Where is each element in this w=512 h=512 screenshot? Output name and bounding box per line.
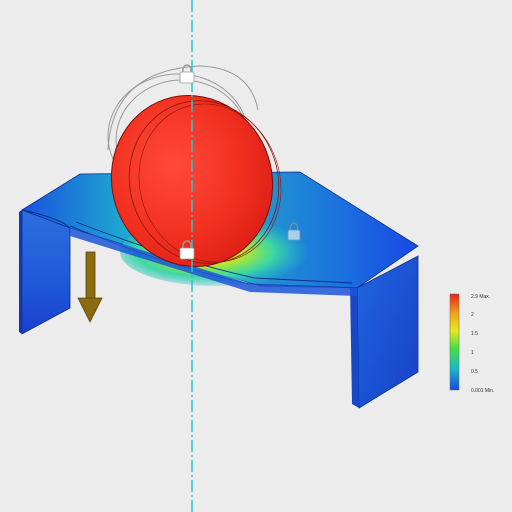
stress-legend[interactable]: 2.9 Max. 2 1.5 1 0.5 0.001 Min. <box>449 293 494 394</box>
legend-max-label: 2.9 Max. <box>471 294 490 300</box>
legend-color-bar <box>449 293 460 391</box>
legend-tick-2: 2 <box>471 312 474 318</box>
legend-tick-1: 1 <box>471 350 474 356</box>
bracket-left-wall-edge <box>19 210 22 334</box>
down-arrow-icon[interactable] <box>77 251 103 323</box>
legend-tick-0-5: 0.5 <box>471 369 478 375</box>
legend-tick-1-5: 1.5 <box>471 331 478 337</box>
bracket-left-wall <box>21 209 71 335</box>
fea-result-viewport[interactable]: 2.9 Max. 2 1.5 1 0.5 0.001 Min. <box>0 0 512 512</box>
legend-min-label: 0.001 Min. <box>471 388 494 394</box>
